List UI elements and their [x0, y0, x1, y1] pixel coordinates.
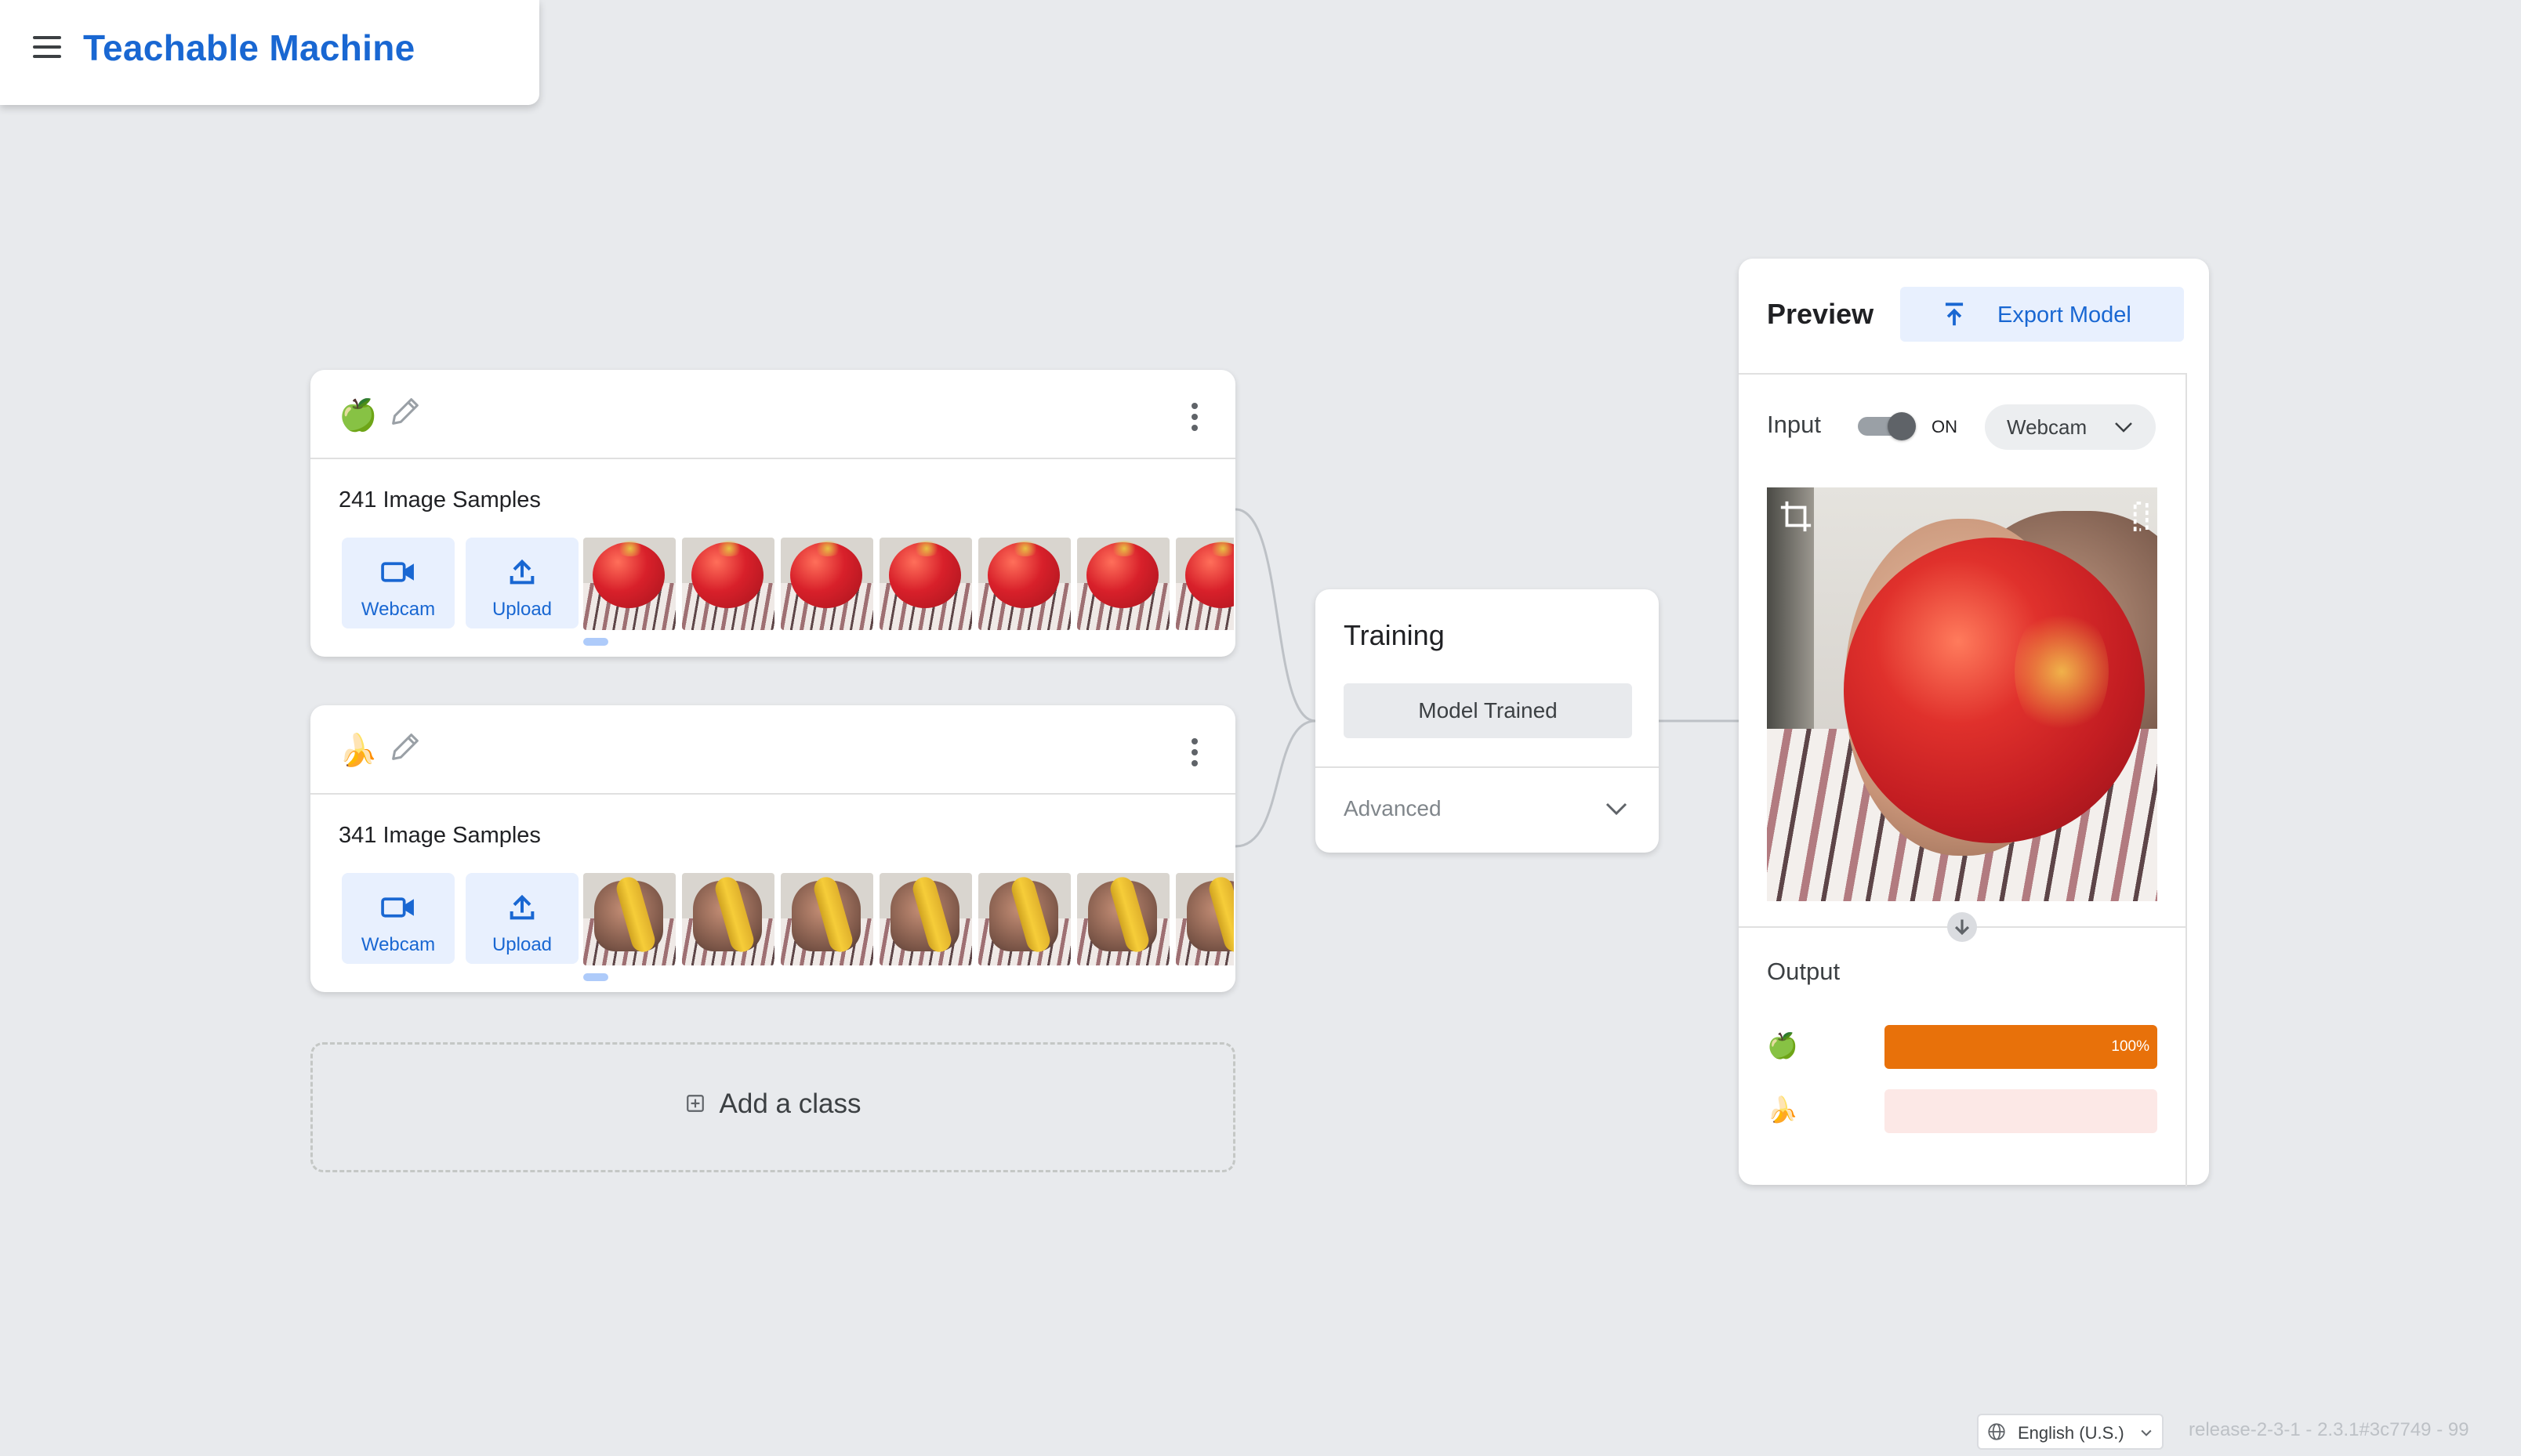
- input-source-select[interactable]: Webcam: [1985, 404, 2156, 450]
- videocam-icon: [381, 897, 414, 918]
- upload-button-label: Upload: [492, 934, 553, 955]
- sample-thumbnail[interactable]: [682, 538, 774, 630]
- sample-thumbnail[interactable]: [1176, 873, 1234, 965]
- app-title[interactable]: Teachable Machine: [83, 22, 415, 74]
- globe-icon: [1988, 1423, 2005, 1440]
- output-class-name: 🍌: [1767, 1096, 1798, 1124]
- confidence-bar: 100%: [1884, 1025, 2157, 1069]
- train-model-button[interactable]: Model Trained: [1344, 683, 1632, 738]
- confidence-bar: [1884, 1089, 2157, 1133]
- add-class-label: Add a class: [719, 1088, 861, 1119]
- add-box-icon: [686, 1094, 704, 1112]
- confidence-percent: 100%: [2111, 1038, 2149, 1055]
- webcam-button-label: Webcam: [361, 934, 436, 955]
- sample-thumbnail[interactable]: [1176, 538, 1234, 630]
- class-name: 🍌: [339, 733, 378, 768]
- webcam-button[interactable]: Webcam: [342, 873, 455, 964]
- upload-button-label: Upload: [492, 599, 553, 620]
- thumbnail-scrollbar[interactable]: [583, 638, 608, 646]
- sample-thumbnail[interactable]: [583, 538, 676, 630]
- upload-icon: [510, 894, 535, 920]
- webcam-button[interactable]: Webcam: [342, 538, 455, 628]
- release-version: release-2-3-1 - 2.3.1#3c7749 - 99: [2189, 1419, 2469, 1440]
- language-value: English (U.S.): [2018, 1423, 2124, 1443]
- upload-button[interactable]: Upload: [466, 538, 579, 628]
- upload-icon: [510, 559, 535, 585]
- crop-icon[interactable]: [1778, 498, 1814, 534]
- class-name: 🍏: [339, 398, 378, 433]
- export-model-button[interactable]: Export Model: [1900, 287, 2184, 342]
- sample-thumbnail[interactable]: [682, 873, 774, 965]
- more-options-icon[interactable]: [1190, 738, 1199, 770]
- sample-thumbnails: [583, 538, 1234, 630]
- sample-thumbnail[interactable]: [781, 873, 873, 965]
- training-panel: Training Model Trained Advanced: [1315, 589, 1659, 853]
- menu-icon[interactable]: [33, 36, 61, 58]
- export-model-label: Export Model: [1997, 302, 2131, 328]
- language-select[interactable]: English (U.S.): [1977, 1414, 2164, 1450]
- sample-thumbnail[interactable]: [880, 873, 972, 965]
- videocam-icon: [381, 562, 414, 582]
- sample-thumbnail[interactable]: [1077, 538, 1170, 630]
- toggle-state-label: ON: [1932, 417, 1957, 436]
- divider: [1315, 766, 1659, 768]
- sample-thumbnail[interactable]: [1077, 873, 1170, 965]
- arrow-down-icon: [1947, 912, 1977, 942]
- input-source-value: Webcam: [2007, 415, 2088, 439]
- sample-thumbnail[interactable]: [978, 873, 1071, 965]
- input-toggle[interactable]: [1856, 412, 1916, 440]
- advanced-label[interactable]: Advanced: [1344, 795, 1442, 823]
- input-label: Input: [1767, 411, 1821, 438]
- flip-icon[interactable]: [2131, 498, 2157, 534]
- samples-count: 341 Image Samples: [339, 823, 541, 848]
- thumbnail-scrollbar[interactable]: [583, 973, 608, 981]
- add-class-content: Add a class: [313, 1087, 1233, 1121]
- preview-title: Preview: [1767, 298, 1874, 330]
- upload-button[interactable]: Upload: [466, 873, 579, 964]
- more-options-icon[interactable]: [1190, 403, 1199, 434]
- output-class-name: 🍏: [1767, 1031, 1798, 1059]
- webcam-feed: [1767, 487, 2157, 901]
- add-class-button[interactable]: Add a class: [310, 1042, 1235, 1172]
- samples-count: 241 Image Samples: [339, 487, 541, 512]
- webcam-button-label: Webcam: [361, 599, 436, 620]
- sample-thumbnail[interactable]: [880, 538, 972, 630]
- class-card-header: 🍌: [310, 705, 1235, 795]
- chevron-down-icon: [2141, 1429, 2152, 1436]
- edit-class-name-icon[interactable]: [387, 729, 423, 765]
- output-label: Output: [1767, 958, 1841, 985]
- chevron-down-icon: [2115, 422, 2132, 433]
- preview-panel: Preview Export Model Input ON Webcam Out…: [1739, 259, 2209, 1186]
- sample-thumbnail[interactable]: [781, 538, 873, 630]
- export-icon: [1945, 302, 1964, 326]
- app-header: Teachable Machine: [0, 0, 539, 105]
- chevron-down-icon[interactable]: [1602, 795, 1630, 823]
- sample-thumbnails: [583, 873, 1234, 965]
- sample-thumbnail[interactable]: [583, 873, 676, 965]
- preview-body: Input ON Webcam Output 🍏 100% 🍌: [1739, 373, 2187, 1186]
- class-card-banana: 🍌 341 Image Samples Webcam Upload: [310, 705, 1235, 992]
- training-title: Training: [1344, 619, 1445, 651]
- class-card-apple: 🍏 241 Image Samples Webcam Upload: [310, 370, 1235, 657]
- sample-thumbnail[interactable]: [978, 538, 1071, 630]
- edit-class-name-icon[interactable]: [387, 393, 423, 429]
- class-card-header: 🍏: [310, 370, 1235, 459]
